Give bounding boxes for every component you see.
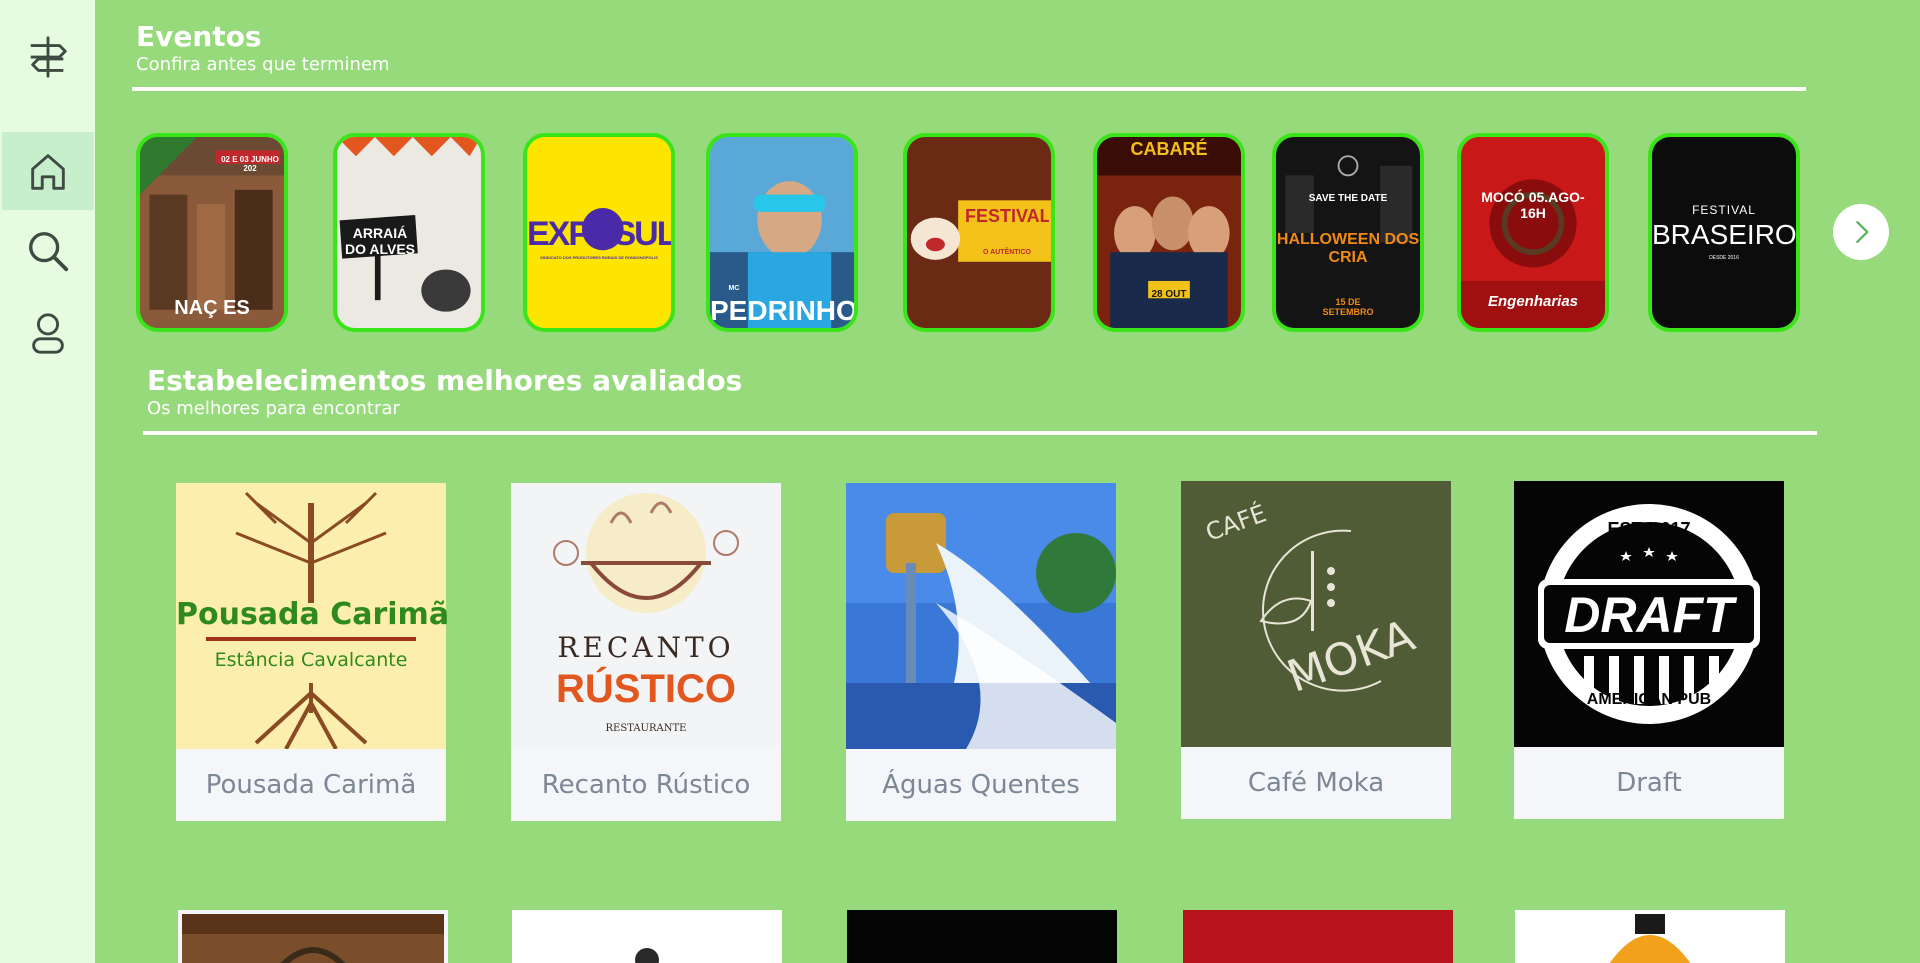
place-logo-top: EST. 2017 <box>1607 519 1691 539</box>
event-date: 28 OUT <box>1151 289 1187 300</box>
event-story[interactable]: FESTIVAL DO TORRESMO O AUTÊNTICO <box>903 133 1055 332</box>
place-card[interactable]: CAFÉ MOKA Café Moka <box>1181 481 1451 819</box>
place-logo-title: RECANTO <box>557 631 735 664</box>
logo-signpost-icon[interactable] <box>2 18 94 96</box>
place-logo-subtitle: Estância Cavalcante <box>214 649 408 671</box>
event-prefix: MC <box>728 285 740 292</box>
place-name: Draft <box>1616 768 1682 798</box>
event-story[interactable]: MC PEDRINHO <box>706 133 858 332</box>
places-subtitle: Os melhores para encontrar <box>147 398 400 419</box>
event-label: HALLOWEEN DOS CRIA <box>1276 231 1420 266</box>
signpost-icon <box>30 36 67 78</box>
chevron-right-icon <box>1856 221 1869 243</box>
place-card[interactable]: RECANTO RÚSTICO RESTAURANTE Recanto Rúst… <box>511 483 781 821</box>
sidebar <box>0 0 95 963</box>
event-label: CABARÉ <box>1130 139 1208 159</box>
place-card[interactable]: Pousada Carimã Estância Cavalcante Pousa… <box>176 483 450 821</box>
places-divider <box>143 431 1817 435</box>
place-card-partial[interactable] <box>512 910 782 963</box>
place-card-partial[interactable] <box>1515 910 1785 963</box>
home-icon <box>31 154 65 190</box>
event-top: FESTIVAL <box>1692 203 1756 217</box>
place-name: Águas Quentes <box>882 770 1080 800</box>
event-caption: SINDICATO DOS PRODUTORES RURAIS DE RONDO… <box>540 255 658 260</box>
place-logo-subtitle: RESTAURANTE <box>605 723 687 734</box>
place-card-partial[interactable] <box>1183 910 1453 963</box>
place-thumbnail <box>1609 914 1691 963</box>
search-icon <box>29 232 69 272</box>
place-card-partial[interactable] <box>847 910 1117 963</box>
carousel-next-button[interactable] <box>1833 204 1889 260</box>
events-subtitle: Confira antes que terminem <box>136 54 390 75</box>
place-name: Pousada Carimã <box>205 770 417 800</box>
event-story[interactable]: EXPOSUL SINDICATO DOS PRODUTORES RURAIS … <box>523 133 675 332</box>
event-story[interactable]: SAVE THE DATE HALLOWEEN DOS CRIA 15 DE S… <box>1272 133 1424 332</box>
event-caption: Engenharias <box>1487 293 1579 310</box>
event-date: 15 DE SETEMBRO <box>1322 297 1374 317</box>
place-thumbnail <box>182 914 444 963</box>
event-story[interactable]: CABARÉ 28 OUT <box>1093 133 1245 332</box>
event-label: PEDRINHO <box>710 295 854 326</box>
sidebar-item-home[interactable] <box>2 132 94 210</box>
place-name: Recanto Rústico <box>541 770 751 800</box>
event-label: FESTIVAL DO TORRESMO <box>965 207 1049 226</box>
event-story[interactable]: FESTIVAL BRASEIRO DESDE 2016 <box>1648 133 1800 332</box>
event-story[interactable]: 02 E 03 JUNHO 202 NAÇ ES <box>136 133 288 332</box>
event-label: NAÇ ES <box>174 297 250 319</box>
event-label: ARRAIÁ DO ALVES <box>344 225 415 257</box>
sidebar-item-search[interactable] <box>2 212 94 290</box>
events-divider <box>132 87 1806 91</box>
place-card[interactable]: EST. 2017 DRAFT AMERICAN PUB Draft <box>1514 481 1784 819</box>
events-title: Eventos <box>136 20 262 53</box>
event-label: EXPOSUL <box>527 215 671 253</box>
events-header: Eventos Confira antes que terminem <box>136 20 390 76</box>
event-thumbnail <box>907 137 1051 328</box>
event-label: MOCÓ 05.AGO-16H <box>1481 189 1585 221</box>
user-icon <box>32 313 64 354</box>
places-title: Estabelecimentos melhores avaliados <box>147 364 743 397</box>
places-header: Estabelecimentos melhores avaliados Os m… <box>147 364 742 420</box>
event-caption: DESDE 2016 <box>1709 255 1739 261</box>
water-park-photo <box>846 483 1116 749</box>
place-logo-title: Pousada Carimã <box>176 597 450 632</box>
place-name: Café Moka <box>1247 768 1385 798</box>
event-label: BRASEIRO <box>1652 219 1796 250</box>
place-card[interactable]: Águas Quentes <box>846 483 1116 821</box>
place-logo-subtitle: AMERICAN PUB <box>1586 691 1712 708</box>
event-story[interactable]: ARRAIÁ DO ALVES <box>333 133 485 332</box>
place-logo-title2: RÚSTICO <box>556 667 736 711</box>
event-caption: O AUTÊNTICO <box>983 249 1031 256</box>
event-date: 02 E 03 JUNHO 202 <box>221 155 279 173</box>
event-top: SAVE THE DATE <box>1308 193 1388 204</box>
place-logo-title: DRAFT <box>1564 587 1734 643</box>
place-card-partial[interactable] <box>178 910 448 963</box>
place-thumbnail <box>846 483 1116 749</box>
sidebar-item-profile[interactable] <box>2 294 94 372</box>
place-thumbnail <box>635 948 659 963</box>
event-story[interactable]: MOCÓ 05.AGO-16H Engenharias <box>1457 133 1609 332</box>
